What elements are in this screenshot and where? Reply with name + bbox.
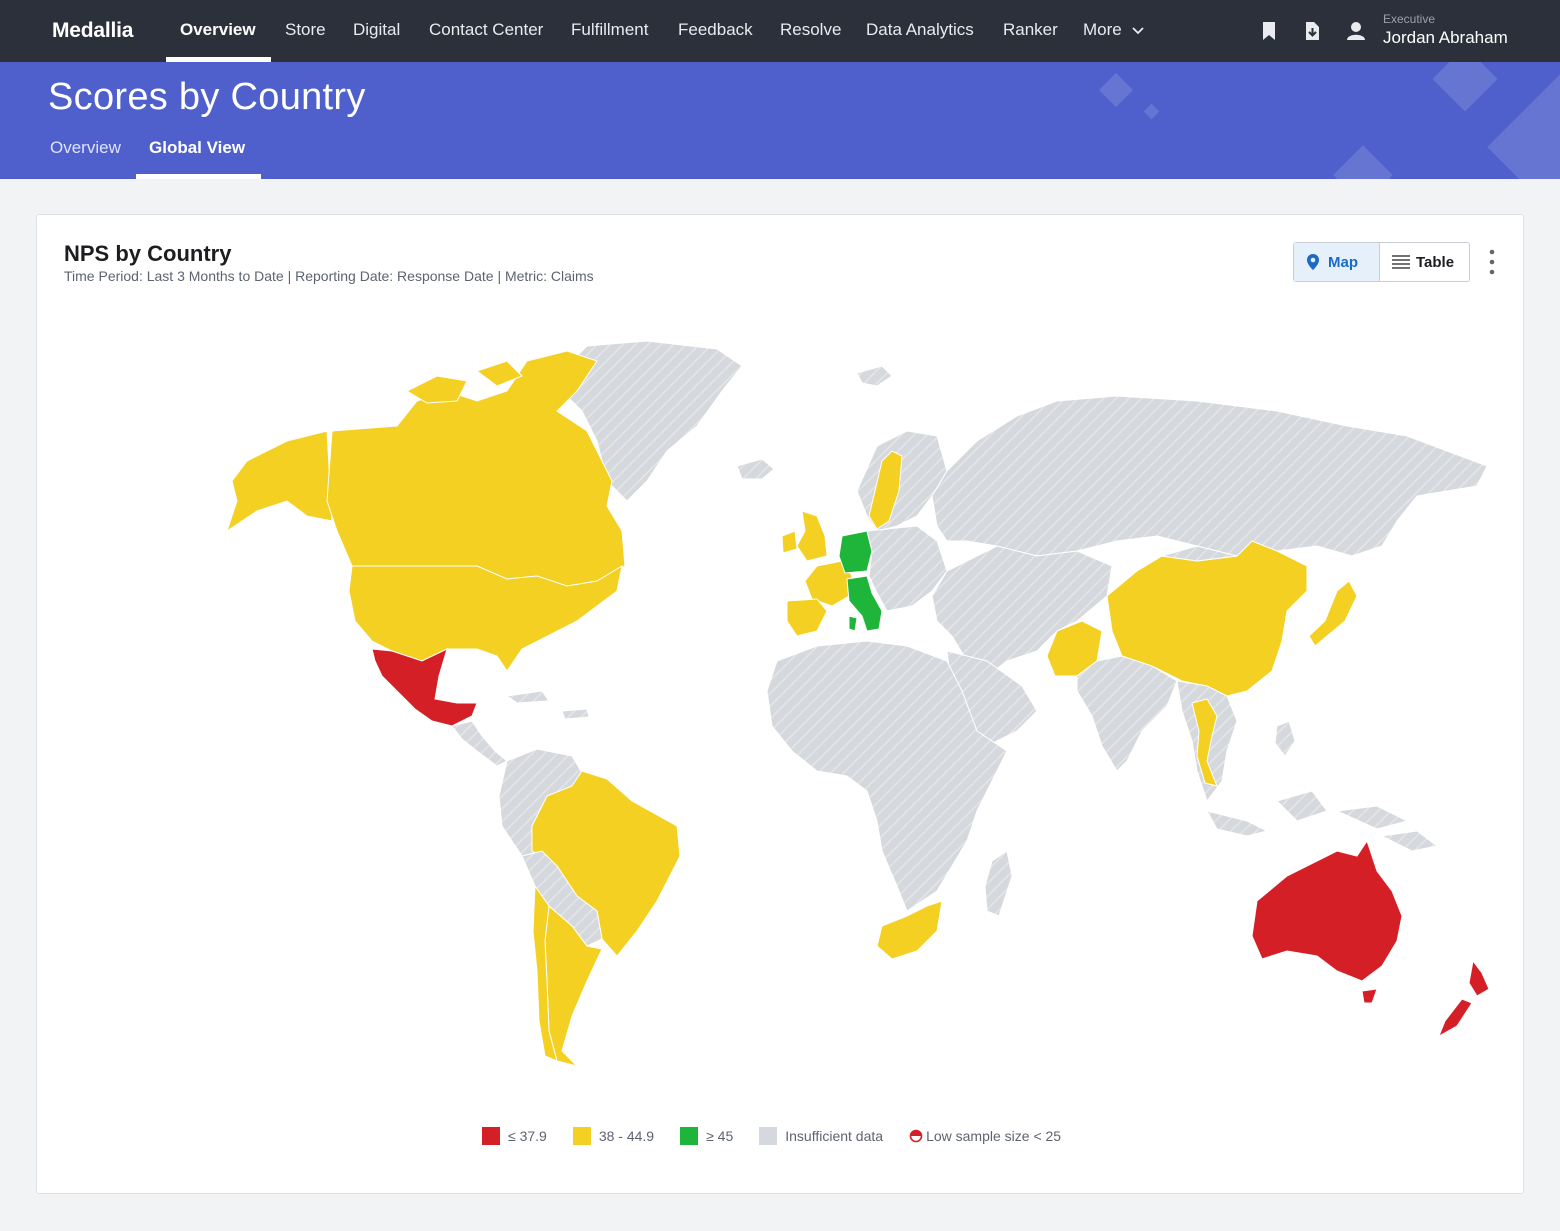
bookmark-icon[interactable] [1259,20,1279,42]
region-india[interactable] [1076,655,1178,772]
table-view-label: Table [1416,253,1455,271]
page-title: Scores by Country [48,76,366,118]
region-mexico[interactable] [371,648,478,727]
view-toggle: Map Table [1293,242,1470,282]
nav-item-feedback[interactable]: Feedback [678,20,753,40]
region-canada[interactable] [326,350,626,587]
region-madagascar[interactable] [984,850,1013,917]
download-icon[interactable] [1302,20,1322,42]
region-papua-new-guinea[interactable] [1380,830,1439,852]
nav-item-fulfillment[interactable]: Fulfillment [571,20,648,40]
region-japan[interactable] [1308,580,1358,647]
decor-diamond [1487,69,1560,179]
legend-label: ≤ 37.9 [508,1128,547,1144]
tab-active-underline [136,174,261,179]
region-spain[interactable] [786,598,828,637]
low-sample-icon [909,1129,923,1143]
legend-swatch-gray [759,1127,778,1145]
legend-swatch-red [482,1127,500,1145]
nav-item-data-analytics[interactable]: Data Analytics [866,20,974,40]
region-russia[interactable] [931,395,1488,557]
region-ireland[interactable] [781,530,798,554]
table-list-icon [1392,255,1410,269]
region-philippines[interactable] [1274,720,1296,757]
top-nav: Medallia Overview Store Digital Contact … [0,0,1560,62]
map-legend: ≤ 37.9 38 - 44.9 ≥ 45 Insufficient data … [482,1125,1061,1147]
user-role: Executive [1383,12,1436,26]
more-options-icon[interactable] [1487,249,1497,275]
decor-diamond [1099,73,1133,107]
region-iceland[interactable] [736,458,775,480]
world-choropleth-map [226,340,1490,1067]
decor-diamond [1432,62,1498,112]
legend-item-low: ≤ 37.9 [482,1127,547,1145]
region-germany[interactable] [838,530,873,574]
nav-item-overview[interactable]: Overview [180,20,256,40]
user-icon[interactable] [1346,20,1366,42]
card-title: NPS by Country [64,241,232,266]
chevron-down-icon [1132,26,1145,34]
tab-global-view[interactable]: Global View [149,138,245,158]
nav-item-ranker[interactable]: Ranker [1003,20,1058,40]
region-alaska[interactable] [226,430,333,533]
nav-item-more[interactable]: More [1083,20,1145,40]
region-australia[interactable] [1251,839,1403,982]
region-central-america[interactable] [451,720,508,767]
map-pin-icon [1307,254,1319,270]
tab-overview[interactable]: Overview [50,138,121,158]
region-new-zealand[interactable] [1438,959,1490,1038]
region-tasmania[interactable] [1361,988,1378,1004]
region-united-kingdom[interactable] [796,510,828,562]
map-view-label: Map [1328,253,1358,271]
legend-item-insufficient: Insufficient data [759,1127,883,1145]
decor-diamond [1143,103,1160,120]
legend-swatch-yellow [572,1127,591,1145]
legend-label: ≥ 45 [706,1128,734,1144]
legend-item-low-sample: Low sample size < 25 [909,1128,1061,1144]
region-svalbard[interactable] [856,365,893,387]
map-view-button[interactable]: Map [1294,243,1380,281]
decor-diamond [1333,145,1393,179]
legend-label: 38 - 44.9 [598,1128,655,1144]
nav-item-resolve[interactable]: Resolve [780,20,841,40]
nav-item-store[interactable]: Store [285,20,326,40]
nav-more-label: More [1083,20,1122,39]
page-header: Scores by Country Overview Global View [0,62,1560,179]
card-subtitle: Time Period: Last 3 Months to Date | Rep… [64,268,594,284]
region-caribbean[interactable] [505,690,590,720]
nav-item-contact-center[interactable]: Contact Center [429,20,543,40]
legend-item-mid: 38 - 44.9 [572,1127,655,1145]
legend-item-high: ≥ 45 [680,1127,733,1145]
brand-logo[interactable]: Medallia [52,19,133,43]
nav-item-digital[interactable]: Digital [353,20,400,40]
legend-swatch-green [680,1127,699,1145]
region-indonesia[interactable] [1206,790,1409,837]
user-name[interactable]: Jordan Abraham [1383,28,1508,48]
nps-map-card: NPS by Country Time Period: Last 3 Month… [36,214,1524,1194]
legend-label: Low sample size < 25 [926,1128,1062,1144]
legend-label: Insufficient data [785,1128,884,1144]
table-view-button[interactable]: Table [1380,243,1469,281]
